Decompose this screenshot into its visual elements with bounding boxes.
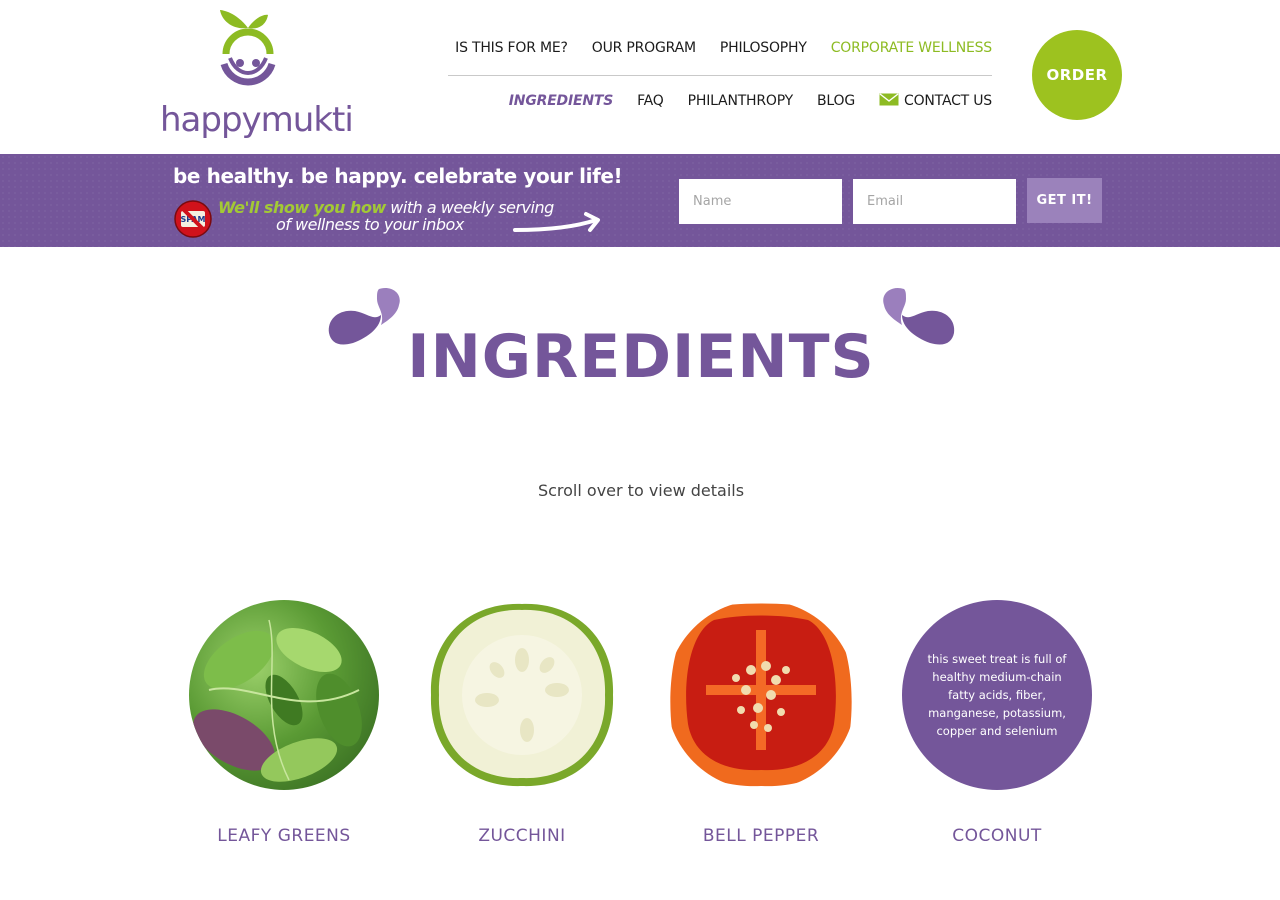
name-input[interactable] xyxy=(679,179,842,224)
page-title: INGREDIENTS xyxy=(407,322,875,392)
ingredient-card[interactable]: BELL PEPPER xyxy=(661,600,861,846)
mail-icon xyxy=(879,93,899,106)
contact-us-label: CONTACT US xyxy=(904,93,992,109)
nav-is-this-for-me[interactable]: IS THIS FOR ME? xyxy=(455,40,568,56)
no-spam-icon: SPAM xyxy=(174,200,212,238)
bell-pepper-image[interactable] xyxy=(666,600,856,790)
nav-blog[interactable]: BLOG xyxy=(817,93,855,109)
ingredient-name: COCONUT xyxy=(952,826,1042,846)
promo-line-2: of wellness to your inbox xyxy=(276,215,464,234)
primary-nav: IS THIS FOR ME? OUR PROGRAM PHILOSOPHY C… xyxy=(455,40,992,56)
ingredient-card[interactable]: ZUCCHINI xyxy=(422,600,622,846)
scroll-hint: Scroll over to view details xyxy=(537,481,745,500)
nav-philosophy[interactable]: PHILOSOPHY xyxy=(720,40,807,56)
nav-divider xyxy=(448,75,992,76)
arrow-right-icon xyxy=(513,212,600,232)
site-header: happymukti IS THIS FOR ME? OUR PROGRAM P… xyxy=(0,0,1280,154)
nav-philanthropy[interactable]: PHILANTHROPY xyxy=(688,93,794,109)
nav-contact-us[interactable]: CONTACT US xyxy=(879,93,992,109)
nav-ingredients[interactable]: INGREDIENTS xyxy=(509,93,614,109)
get-it-button[interactable]: GET IT! xyxy=(1027,178,1102,223)
order-button[interactable]: ORDER xyxy=(1032,30,1122,120)
banner-tagline: be healthy. be happy. celebrate your lif… xyxy=(173,164,623,188)
nav-corporate-wellness[interactable]: CORPORATE WELLNESS xyxy=(831,40,992,56)
nav-faq[interactable]: FAQ xyxy=(637,93,664,109)
logo-wordmark: happymukti xyxy=(160,100,354,140)
ingredient-name: LEAFY GREENS xyxy=(217,826,351,846)
leafy-greens-image[interactable] xyxy=(189,600,379,790)
ingredient-description: this sweet treat is full of healthy medi… xyxy=(927,652,1067,738)
ingredient-card[interactable]: LEAFY GREENS xyxy=(184,600,384,846)
secondary-nav: INGREDIENTS FAQ PHILANTHROPY BLOG CONTAC… xyxy=(509,93,992,109)
smiley-logo-icon xyxy=(220,10,276,86)
zucchini-graphic xyxy=(430,603,614,787)
leafy-greens-graphic xyxy=(193,619,362,782)
zucchini-image[interactable] xyxy=(427,600,617,790)
bell-pepper-graphic xyxy=(670,603,852,787)
coconut-details-circle[interactable]: this sweet treat is full of healthy medi… xyxy=(902,600,1092,790)
happymukti-logo[interactable]: happymukti xyxy=(160,8,354,140)
ingredient-card[interactable]: this sweet treat is full of healthy medi… xyxy=(897,600,1097,846)
newsletter-banner: be healthy. be happy. celebrate your lif… xyxy=(0,154,1280,247)
ingredient-name: ZUCCHINI xyxy=(478,826,566,846)
ingredient-name: BELL PEPPER xyxy=(702,826,820,846)
nav-our-program[interactable]: OUR PROGRAM xyxy=(592,40,696,56)
email-input[interactable] xyxy=(853,179,1016,224)
